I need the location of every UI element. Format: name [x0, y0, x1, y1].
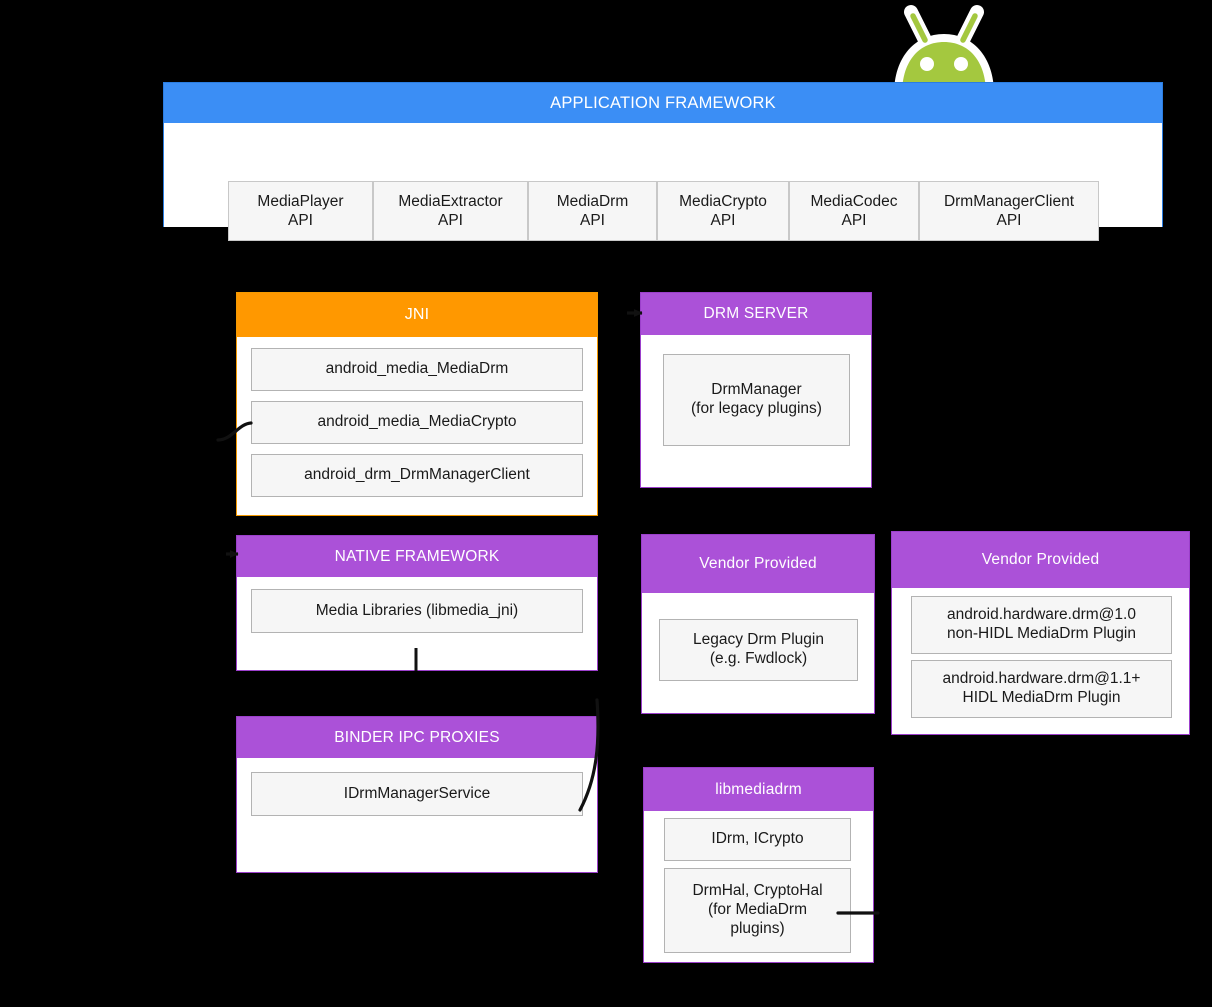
api-cell-mediaplayer[interactable]: MediaPlayer API [228, 181, 373, 241]
panel-body-binder-ipc-proxies: IDrmManagerService [237, 758, 597, 872]
chip-idrm-icrypto[interactable]: IDrm, ICrypto [664, 818, 851, 861]
android-robot-logo [892, 5, 996, 94]
chip-idrmmanagerservice[interactable]: IDrmManagerService [251, 772, 583, 816]
panel-body-application-framework: MediaPlayer API MediaExtractor API Media… [164, 123, 1162, 241]
api-cell-mediadrm[interactable]: MediaDrm API [528, 181, 657, 241]
chip-android-media-mediacrypto[interactable]: android_media_MediaCrypto [251, 401, 583, 444]
api-cell-mediaextractor[interactable]: MediaExtractor API [373, 181, 528, 241]
chip-drmhal-cryptohal[interactable]: DrmHal, CryptoHal (for MediaDrm plugins) [664, 868, 851, 953]
panel-binder-ipc-proxies: BINDER IPC PROXIES IDrmManagerService [236, 716, 598, 873]
chip-drmmanager[interactable]: DrmManager (for legacy plugins) [663, 354, 850, 446]
panel-body-vendor-provided-legacy: Legacy Drm Plugin (e.g. Fwdlock) [642, 593, 874, 713]
diagram-canvas: APPLICATION FRAMEWORK MediaPlayer API Me… [0, 0, 1212, 1007]
panel-title-vendor-provided-hidl: Vendor Provided [892, 532, 1189, 588]
panel-native-framework: NATIVE FRAMEWORK Media Libraries (libmed… [236, 535, 598, 671]
chip-drm-11-hidl-plugin[interactable]: android.hardware.drm@1.1+ HIDL MediaDrm P… [911, 660, 1172, 718]
panel-application-framework: APPLICATION FRAMEWORK MediaPlayer API Me… [163, 82, 1163, 241]
panel-libmediadrm: libmediadrm IDrm, ICrypto DrmHal, Crypto… [643, 767, 874, 963]
api-cell-suffix: API [710, 212, 736, 229]
panel-body-libmediadrm: IDrm, ICrypto DrmHal, CryptoHal (for Medi… [644, 811, 873, 962]
api-cell-suffix: API [580, 212, 605, 229]
chip-android-drm-drmmanagerclient[interactable]: android_drm_DrmManagerClient [251, 454, 583, 497]
api-cell-name: MediaCodec [810, 192, 898, 210]
panel-body-native-framework: Media Libraries (libmedia_jni) [237, 577, 597, 670]
panel-jni: JNI android_media_MediaDrm android_media… [236, 292, 598, 516]
panel-drm-server: DRM SERVER DrmManager (for legacy plugins… [640, 292, 872, 488]
panel-title-binder-ipc-proxies: BINDER IPC PROXIES [237, 717, 597, 758]
api-cell-mediacodec[interactable]: MediaCodec API [789, 181, 919, 241]
panel-title-jni: JNI [237, 293, 597, 337]
panel-title-drm-server: DRM SERVER [641, 293, 871, 335]
api-cell-mediacrypto[interactable]: MediaCrypto API [657, 181, 789, 241]
chip-drm-10-non-hidl-plugin[interactable]: android.hardware.drm@1.0 non-HIDL MediaDr… [911, 596, 1172, 654]
api-cell-name: MediaCrypto [679, 192, 767, 210]
api-cell-suffix: API [996, 212, 1022, 229]
api-cell-name: MediaExtractor [398, 192, 503, 210]
panel-vendor-provided-hidl: Vendor Provided android.hardware.drm@1.0… [891, 531, 1190, 735]
panel-title-native-framework: NATIVE FRAMEWORK [237, 536, 597, 577]
chip-media-libraries[interactable]: Media Libraries (libmedia_jni) [251, 589, 583, 633]
panel-body-jni: android_media_MediaDrm android_media_Med… [237, 337, 597, 515]
panel-body-drm-server: DrmManager (for legacy plugins) [641, 335, 871, 487]
panel-body-vendor-provided-hidl: android.hardware.drm@1.0 non-HIDL MediaDr… [892, 588, 1189, 734]
api-cell-name: DrmManagerClient [943, 192, 1075, 210]
api-cell-name: MediaPlayer [257, 192, 344, 210]
panel-title-application-framework: APPLICATION FRAMEWORK [164, 83, 1162, 123]
chip-legacy-drm-plugin[interactable]: Legacy Drm Plugin (e.g. Fwdlock) [659, 619, 858, 681]
api-cell-suffix: API [841, 212, 867, 229]
api-cell-name: MediaDrm [556, 192, 629, 210]
panel-vendor-provided-legacy: Vendor Provided Legacy Drm Plugin (e.g. F… [641, 534, 875, 714]
api-cell-suffix: API [288, 212, 313, 229]
panel-title-vendor-provided-legacy: Vendor Provided [642, 535, 874, 593]
chip-android-media-mediadrm[interactable]: android_media_MediaDrm [251, 348, 583, 391]
api-cell-drmmanagerclient[interactable]: DrmManagerClient API [919, 181, 1099, 241]
panel-title-libmediadrm: libmediadrm [644, 768, 873, 811]
api-cell-suffix: API [438, 212, 463, 229]
